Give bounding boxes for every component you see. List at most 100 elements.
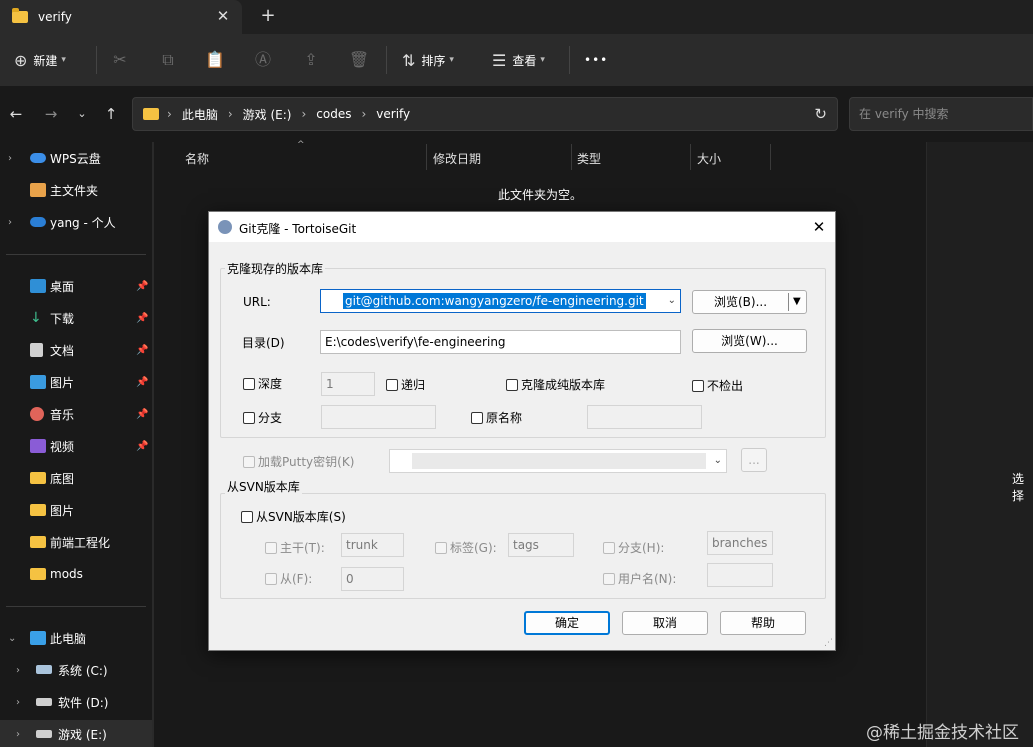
branch-checkbox[interactable]: 分支 (243, 409, 282, 426)
sidebar-item-drive-e[interactable]: › 游戏 (E:) (0, 720, 152, 747)
recent-locations-chevron-icon[interactable]: ⌄ (72, 104, 92, 124)
chevron-right-icon[interactable]: › (228, 107, 233, 121)
close-icon[interactable]: ✕ (809, 216, 829, 238)
chevron-right-icon[interactable]: › (167, 107, 172, 121)
resize-grip-icon[interactable]: ⋰ (824, 638, 833, 648)
chevron-right-icon[interactable]: › (8, 217, 12, 228)
username-checkbox[interactable]: 用户名(N): (603, 570, 676, 587)
paste-icon[interactable]: 📋 (203, 48, 227, 72)
pin-icon[interactable]: 📌 (136, 345, 148, 356)
depth-input[interactable]: 1 (321, 372, 375, 396)
sidebar-item-this-pc[interactable]: ⌄ 此电脑 (0, 624, 152, 652)
from-revision-checkbox[interactable]: 从(F): (265, 570, 312, 587)
column-type[interactable]: 类型 (577, 150, 601, 167)
directory-input[interactable]: E:\codes\verify\fe-engineering (320, 330, 681, 354)
sidebar-item-downloads[interactable]: ↓ 下载 📌 (0, 304, 152, 332)
column-date-modified[interactable]: 修改日期 (433, 150, 481, 167)
sidebar-item-documents[interactable]: 文档 📌 (0, 336, 152, 364)
from-revision-input[interactable]: 0 (341, 567, 404, 591)
sidebar-item-folder[interactable]: 图片 (0, 496, 152, 524)
from-svn-checkbox[interactable]: 从SVN版本库(S) (241, 508, 346, 525)
sidebar-item-pictures[interactable]: 图片 📌 (0, 368, 152, 396)
pin-icon[interactable]: 📌 (136, 441, 148, 452)
column-divider[interactable] (426, 144, 427, 170)
view-button[interactable]: ☰ 查看 ▾ (492, 48, 545, 72)
branch-input[interactable] (321, 405, 436, 429)
ok-button[interactable]: 确定 (524, 611, 610, 635)
pin-icon[interactable]: 📌 (136, 313, 148, 324)
sidebar-scrollbar[interactable] (152, 142, 154, 747)
column-divider[interactable] (690, 144, 691, 170)
rename-icon[interactable]: Ⓐ (251, 48, 275, 72)
sidebar-item-folder[interactable]: 前端工程化 (0, 528, 152, 556)
tags-input[interactable]: tags (508, 533, 574, 557)
delete-icon[interactable]: 🗑 (347, 48, 371, 72)
new-button[interactable]: ⊕ 新建 ▾ (14, 48, 66, 72)
column-name[interactable]: 名称 (185, 150, 209, 167)
branches-input[interactable]: branches (707, 531, 773, 555)
column-divider[interactable] (571, 144, 572, 170)
cancel-button[interactable]: 取消 (622, 611, 708, 635)
up-arrow-icon[interactable]: ↑ (101, 104, 121, 124)
breadcrumb-verify[interactable]: verify (376, 107, 410, 121)
chevron-right-icon[interactable]: › (16, 665, 20, 676)
pin-icon[interactable]: 📌 (136, 377, 148, 388)
close-tab-icon[interactable]: ✕ (214, 7, 232, 25)
breadcrumb-this-pc[interactable]: 此电脑 (182, 106, 218, 123)
chevron-down-icon[interactable]: ⌄ (8, 633, 16, 644)
sidebar-item-drive-d[interactable]: › 软件 (D:) (0, 688, 152, 716)
chevron-down-icon[interactable]: ⌄ (668, 290, 676, 312)
new-tab-icon[interactable]: + (258, 6, 278, 26)
dropdown-arrow-icon[interactable]: ▼ (793, 291, 801, 313)
more-options-button[interactable]: ••• (584, 48, 608, 72)
help-button[interactable]: 帮助 (720, 611, 806, 635)
putty-browse-button[interactable]: ... (741, 448, 767, 472)
branches-checkbox[interactable]: 分支(H): (603, 539, 664, 556)
browse-directory-button[interactable]: 浏览(W)... (692, 329, 807, 353)
depth-checkbox[interactable]: 深度 (243, 375, 282, 392)
chevron-right-icon[interactable]: › (16, 729, 20, 740)
chevron-right-icon[interactable]: › (8, 153, 12, 164)
sidebar-item-folder[interactable]: mods (0, 560, 152, 588)
sidebar-item-videos[interactable]: 视频 📌 (0, 432, 152, 460)
refresh-icon[interactable]: ↻ (814, 105, 827, 123)
putty-key-combobox[interactable]: ⌄ (389, 449, 727, 473)
no-checkout-checkbox[interactable]: 不检出 (692, 377, 743, 394)
origin-checkbox[interactable]: 原名称 (471, 409, 522, 426)
chevron-right-icon[interactable]: › (361, 107, 366, 121)
copy-icon[interactable]: ⧉ (156, 48, 180, 72)
sidebar-item-wps-cloud[interactable]: › WPS云盘 (0, 144, 152, 172)
search-input[interactable]: 在 verify 中搜索 (849, 97, 1033, 131)
browse-url-button[interactable]: 浏览(B)... ▼ (692, 290, 807, 314)
back-arrow-icon[interactable]: ← (6, 104, 26, 124)
sidebar-item-folder[interactable]: 底图 (0, 464, 152, 492)
putty-key-checkbox[interactable]: 加载Putty密钥(K) (243, 453, 354, 470)
breadcrumb-drive-e[interactable]: 游戏 (E:) (243, 106, 292, 123)
username-input[interactable] (707, 563, 773, 587)
tags-checkbox[interactable]: 标签(G): (435, 539, 497, 556)
sidebar-item-home[interactable]: 主文件夹 (0, 176, 152, 204)
trunk-checkbox[interactable]: 主干(T): (265, 539, 325, 556)
pin-icon[interactable]: 📌 (136, 409, 148, 420)
trunk-input[interactable]: trunk (341, 533, 404, 557)
tab-verify[interactable]: verify ✕ (0, 0, 242, 34)
chevron-right-icon[interactable]: › (301, 107, 306, 121)
recursive-checkbox[interactable]: 递归 (386, 376, 425, 393)
address-bar[interactable]: › 此电脑 › 游戏 (E:) › codes › verify ↻ (132, 97, 838, 131)
column-divider[interactable] (770, 144, 771, 170)
column-size[interactable]: 大小 (697, 150, 721, 167)
chevron-down-icon[interactable]: ⌄ (714, 450, 722, 472)
breadcrumb-codes[interactable]: codes (316, 107, 351, 121)
bare-repo-checkbox[interactable]: 克隆成纯版本库 (506, 376, 605, 393)
chevron-right-icon[interactable]: › (16, 697, 20, 708)
sidebar-item-onedrive[interactable]: › yang - 个人 (0, 208, 152, 236)
sidebar-item-drive-c[interactable]: › 系统 (C:) (0, 656, 152, 684)
forward-arrow-icon[interactable]: → (41, 104, 61, 124)
cut-icon[interactable]: ✂ (108, 48, 132, 72)
pin-icon[interactable]: 📌 (136, 281, 148, 292)
sidebar-item-music[interactable]: 音乐 📌 (0, 400, 152, 428)
share-icon[interactable]: ⇪ (299, 48, 323, 72)
sidebar-item-desktop[interactable]: 桌面 📌 (0, 272, 152, 300)
dialog-title-bar[interactable]: Git克隆 - TortoiseGit ✕ (209, 212, 835, 242)
origin-input[interactable] (587, 405, 702, 429)
